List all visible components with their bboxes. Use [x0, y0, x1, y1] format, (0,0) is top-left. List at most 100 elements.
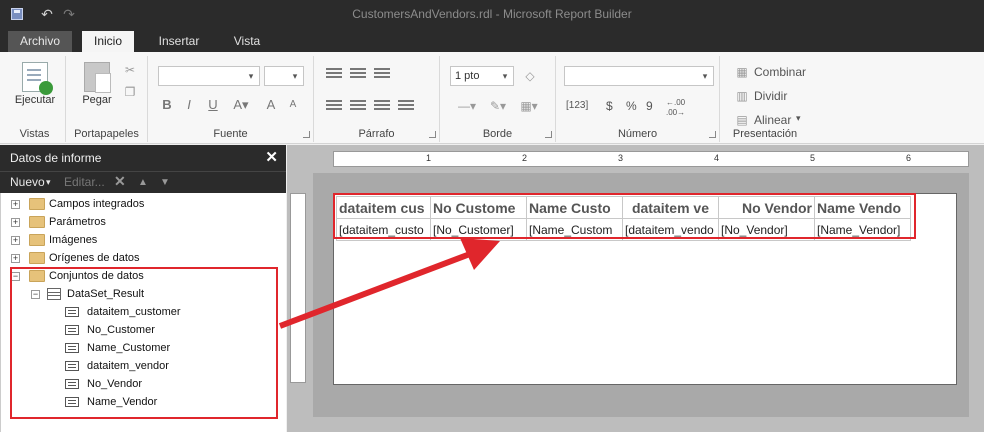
run-button[interactable]: Ejecutar — [8, 62, 62, 106]
window-title: CustomersAndVendors.rdl - Microsoft Repo… — [352, 7, 632, 21]
group-fuente: ▾ ▾ B I U A▾ A A Fuente — [148, 56, 314, 142]
font-color-icon[interactable]: A▾ — [228, 96, 254, 114]
tab-archivo[interactable]: Archivo — [8, 31, 72, 52]
tree-label: Orígenes de datos — [49, 252, 140, 264]
group-label-borde: Borde — [482, 128, 513, 140]
align-right-icon[interactable] — [374, 100, 390, 114]
folder-icon — [29, 216, 45, 228]
align-center-icon[interactable] — [350, 100, 366, 114]
bold-button[interactable]: B — [158, 96, 176, 114]
delete-icon[interactable]: ✕ — [114, 173, 126, 190]
tree-label: Campos integrados — [49, 198, 145, 210]
align-left-icon[interactable] — [326, 100, 342, 114]
font-size-combo[interactable]: ▾ — [264, 66, 304, 86]
ruler-mark: 4 — [714, 153, 720, 163]
tree-item-built-in-fields[interactable]: + Campos integrados — [11, 195, 271, 213]
tab-inicio[interactable]: Inicio — [82, 31, 134, 52]
cut-icon[interactable]: ✂ — [122, 62, 138, 78]
group-borde: 1 pto ▾ ◇ —▾ ✎▾ ▦▾ Borde — [440, 56, 556, 142]
ruler-mark: 2 — [522, 153, 528, 163]
ribbon: Ejecutar Vistas Pegar ✂ ❐ Portapapeles ▾… — [0, 52, 984, 144]
borde-launcher-icon[interactable] — [545, 131, 552, 138]
annotation-box-table — [333, 193, 916, 239]
italic-button[interactable]: I — [180, 96, 198, 114]
annotation-box-datasets — [10, 267, 278, 419]
currency-button[interactable]: $ — [606, 99, 613, 113]
fill-color-icon[interactable]: ◇ — [522, 68, 538, 84]
close-icon[interactable]: ✕ — [265, 145, 278, 171]
title-bar: ↶ ↷ CustomersAndVendors.rdl - Microsoft … — [0, 0, 984, 28]
tree-label: Imágenes — [49, 234, 98, 246]
group-label-vistas: Vistas — [19, 128, 50, 140]
ruler-mark: 1 — [426, 153, 432, 163]
justify-icon[interactable] — [398, 100, 414, 114]
move-up-icon[interactable]: ▲ — [138, 177, 148, 188]
border-color-icon[interactable]: ✎▾ — [486, 98, 510, 114]
increase-decimal-button[interactable]: ←.00 — [666, 98, 685, 107]
style-button[interactable]: 9 — [646, 99, 653, 113]
merge-icon: ▦ — [736, 65, 748, 79]
percent-button[interactable]: % — [626, 99, 637, 113]
report-data-header: Datos de informe ✕ — [0, 145, 286, 171]
align-dropdown-icon[interactable]: ▾ — [796, 113, 801, 124]
expand-icon[interactable]: + — [11, 218, 20, 227]
border-style-icon[interactable]: —▾ — [452, 98, 482, 114]
group-label-parrafo: Párrafo — [358, 128, 395, 140]
split-cells-button[interactable]: Dividir — [754, 89, 787, 103]
tab-vista[interactable]: Vista — [222, 31, 272, 52]
tree-label: Parámetros — [49, 216, 106, 228]
copy-icon[interactable]: ❐ — [122, 84, 138, 100]
folder-icon — [29, 198, 45, 210]
tab-insertar[interactable]: Insertar — [146, 31, 212, 52]
vertical-ruler — [290, 193, 306, 383]
expand-icon[interactable]: + — [11, 200, 20, 209]
paste-icon — [84, 62, 111, 93]
merge-cells-button[interactable]: Combinar — [754, 65, 806, 79]
border-width-combo[interactable]: 1 pto ▾ — [450, 66, 514, 86]
border-width-value: 1 pto — [455, 70, 480, 82]
edit-button[interactable]: Editar... — [64, 175, 105, 189]
group-vistas: Ejecutar Vistas — [4, 56, 66, 142]
tree-item-data-sources[interactable]: + Orígenes de datos — [11, 249, 271, 267]
align-top-icon[interactable] — [326, 68, 342, 82]
group-numero: ▾ [123] $ % 9 ←.00 .00→ Número — [556, 56, 720, 142]
group-label-presentacion: Presentación — [732, 128, 798, 140]
group-label-fuente: Fuente — [213, 128, 248, 140]
ruler-mark: 6 — [906, 153, 912, 163]
shrink-font-icon[interactable]: A — [284, 96, 302, 114]
align-objects-button[interactable]: Alinear — [754, 113, 791, 127]
run-icon — [22, 62, 53, 95]
horizontal-ruler: 1 2 3 4 5 6 — [333, 151, 969, 167]
numero-launcher-icon[interactable] — [709, 131, 716, 138]
align-bottom-icon[interactable] — [374, 68, 390, 82]
decrease-decimal-button[interactable]: .00→ — [666, 108, 685, 117]
tree-item-images[interactable]: + Imágenes — [11, 231, 271, 249]
new-dropdown-icon[interactable]: ▾ — [46, 177, 51, 188]
new-button[interactable]: Nuevo — [10, 175, 45, 189]
report-data-toolbar: Nuevo ▾ Editar... ✕ ▲ ▼ — [0, 171, 286, 193]
borders-icon[interactable]: ▦▾ — [516, 98, 542, 114]
paste-button[interactable]: Pegar — [74, 62, 120, 106]
parrafo-launcher-icon[interactable] — [429, 131, 436, 138]
group-label-numero: Número — [617, 128, 658, 140]
ruler-mark: 5 — [810, 153, 816, 163]
group-parrafo: Párrafo — [314, 56, 440, 142]
tree-item-parameters[interactable]: + Parámetros — [11, 213, 271, 231]
design-surface: 1 2 3 4 5 6 dataitem cus No Custome Name… — [287, 145, 984, 432]
split-icon: ▥ — [736, 89, 748, 103]
group-label-portapapeles: Portapapeles — [74, 128, 139, 140]
move-down-icon[interactable]: ▼ — [160, 177, 170, 188]
group-presentacion: ▦ Combinar ▥ Dividir ▤ Alinear ▾ Present… — [720, 56, 810, 142]
folder-icon — [29, 252, 45, 264]
placeholder-button[interactable]: [123] — [566, 100, 588, 111]
expand-icon[interactable]: + — [11, 254, 20, 263]
font-name-combo[interactable]: ▾ — [158, 66, 260, 86]
underline-button[interactable]: U — [204, 96, 222, 114]
expand-icon[interactable]: + — [11, 236, 20, 245]
align-middle-icon[interactable] — [350, 68, 366, 82]
ruler-mark: 3 — [618, 153, 624, 163]
number-format-combo[interactable]: ▾ — [564, 66, 714, 86]
report-data-title: Datos de informe — [10, 151, 102, 165]
grow-font-icon[interactable]: A — [262, 96, 280, 114]
fuente-launcher-icon[interactable] — [303, 131, 310, 138]
